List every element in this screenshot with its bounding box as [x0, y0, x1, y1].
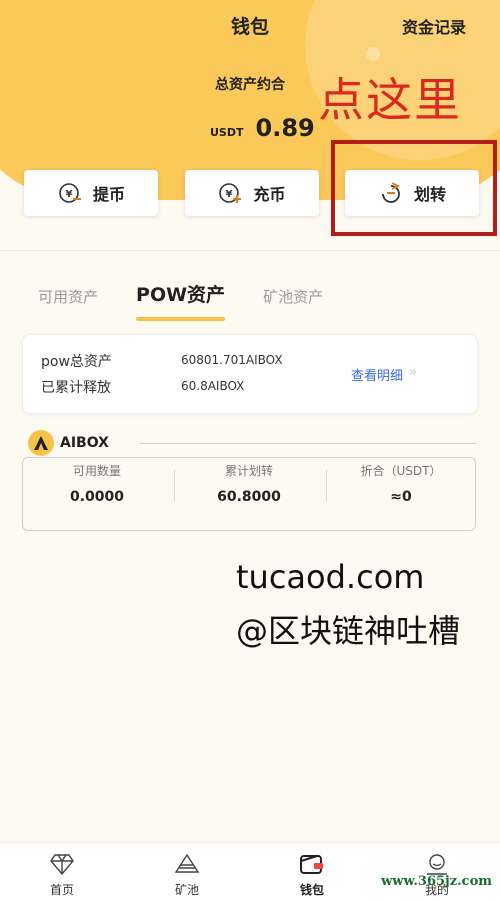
nav-label-wallet: 钱包	[299, 883, 324, 897]
nav-label-mining-pool: 矿池	[174, 883, 199, 897]
pow-total-value: 60801.701AIBOX	[181, 353, 283, 367]
svg-text:¥: ¥	[66, 189, 73, 200]
deposit-label: 充币	[253, 185, 286, 204]
site-watermark: www.365jz.com	[381, 874, 492, 889]
nav-item-home[interactable]: 首页	[22, 851, 102, 898]
watermark-domain: tucaod.com	[236, 558, 425, 596]
pow-total-label: pow总资产	[41, 354, 112, 370]
svg-text:¥: ¥	[226, 189, 233, 200]
section-divider	[0, 250, 500, 251]
tab-pow-assets[interactable]: POW资产	[136, 280, 226, 321]
wallet-icon	[272, 851, 352, 877]
withdraw-label: 提币	[92, 185, 125, 204]
usdt-equivalent-column: 折合（USDT） ≈0	[326, 462, 476, 505]
asset-tabs: 可用资产 POW资产 矿池资产	[38, 280, 323, 321]
pow-summary-card: pow总资产 60801.701AIBOX 已累计释放 60.8AIBOX 查看…	[22, 334, 478, 414]
total-balance: USDT 0.89	[210, 114, 315, 144]
aibox-logo-icon	[28, 430, 54, 456]
available-quantity-label: 可用数量	[72, 464, 121, 478]
withdraw-icon: ¥	[59, 183, 81, 203]
diamond-icon	[22, 851, 102, 877]
deposit-button[interactable]: ¥ 充币	[184, 170, 319, 216]
bottom-navigation: 首页 矿池 钱包 我的	[0, 842, 500, 900]
cumulative-transfer-label: 累计划转	[224, 464, 273, 478]
usdt-equivalent-value: ≈0	[390, 489, 412, 505]
fund-records-link[interactable]: 资金记录	[402, 14, 466, 38]
chevron-right-icon: »	[409, 365, 417, 380]
mountain-icon	[147, 851, 227, 877]
aibox-header-rule	[140, 443, 476, 444]
watermark-handle: @区块链神吐槽	[236, 612, 461, 650]
released-label: 已累计释放	[41, 380, 111, 396]
available-quantity-value: 0.0000	[69, 489, 125, 505]
withdraw-button[interactable]: ¥ 提币	[24, 170, 158, 216]
nav-item-mining-pool[interactable]: 矿池	[147, 851, 227, 898]
cumulative-transfer-column: 累计划转 60.8000	[174, 462, 324, 505]
tab-available-assets[interactable]: 可用资产	[38, 286, 98, 321]
balance-value: 0.89	[255, 114, 315, 142]
deposit-icon: ¥	[219, 183, 242, 203]
aibox-a-mark-icon	[34, 436, 48, 450]
transfer-highlight-box	[331, 140, 497, 236]
available-quantity-column: 可用数量 0.0000	[22, 462, 172, 505]
balance-unit: USDT	[210, 126, 244, 139]
usdt-equivalent-label: 折合（USDT）	[360, 464, 442, 478]
cumulative-transfer-value: 60.8000	[217, 489, 281, 505]
nav-label-home: 首页	[49, 883, 74, 897]
released-value: 60.8AIBOX	[181, 379, 245, 393]
aibox-header: AIBOX	[28, 430, 115, 456]
aibox-name: AIBOX	[60, 435, 109, 451]
click-here-annotation: 点这里	[318, 73, 462, 127]
nav-item-wallet[interactable]: 钱包	[272, 851, 352, 898]
view-details-link[interactable]: 查看明细	[351, 365, 403, 384]
tab-pool-assets[interactable]: 矿池资产	[263, 286, 323, 321]
